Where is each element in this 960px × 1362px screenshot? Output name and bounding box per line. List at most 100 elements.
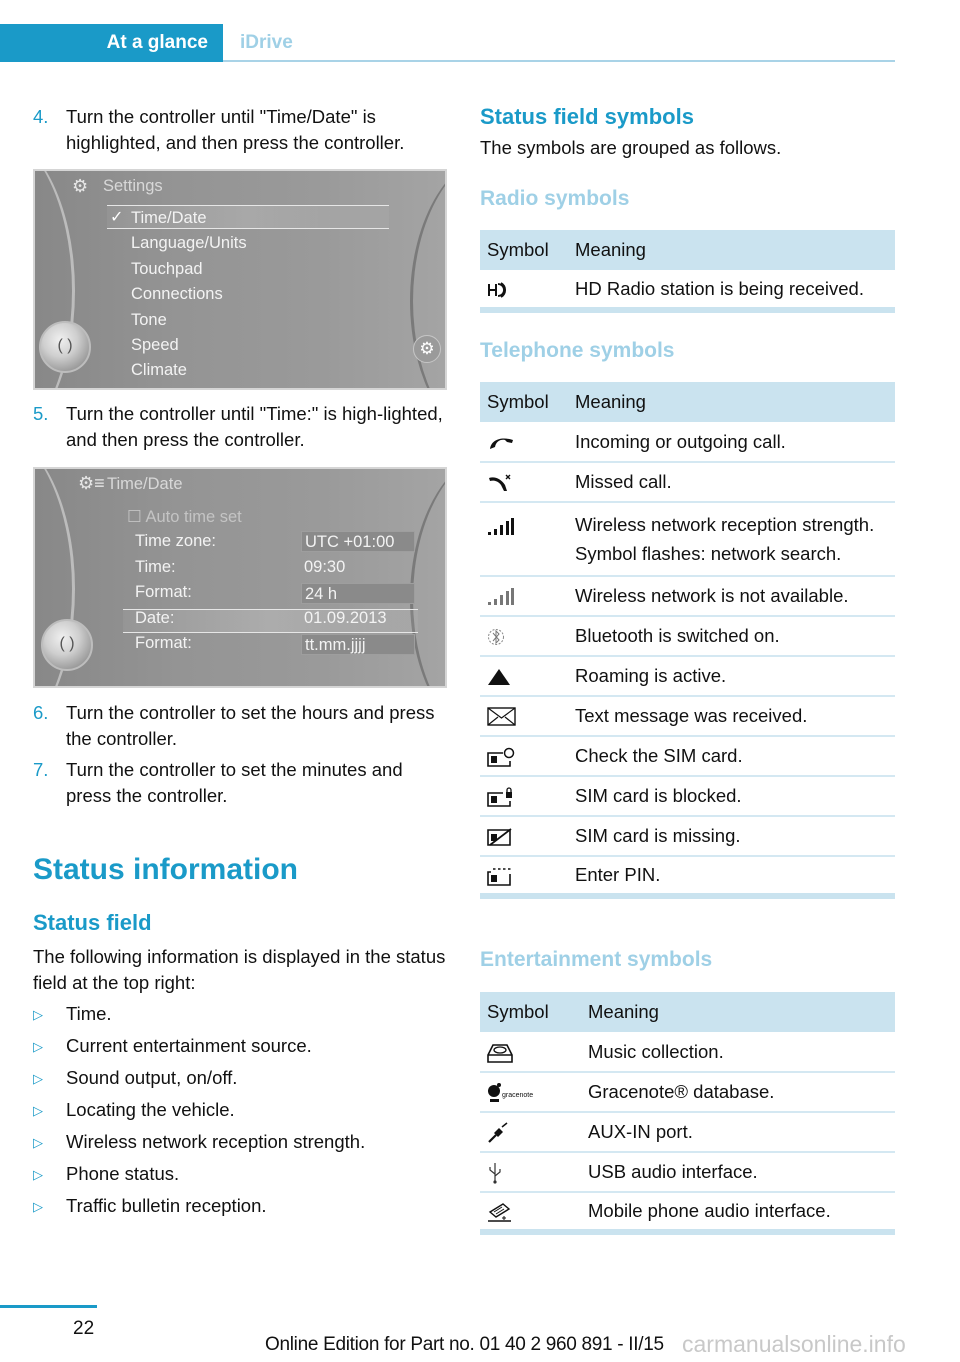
screen-title: Time/Date xyxy=(107,475,183,493)
table-row: SIM card is blocked. xyxy=(480,776,895,817)
sim-missing-icon xyxy=(487,828,512,846)
sim-pin-icon xyxy=(487,868,512,886)
missed-call-icon xyxy=(489,474,511,492)
table-row: Missed call. xyxy=(480,462,895,503)
meaning-text: Gracenote® database. xyxy=(581,1072,895,1113)
table-row: Roaming is active. xyxy=(480,656,895,697)
signal-strength-icon xyxy=(488,518,514,536)
roaming-icon xyxy=(488,669,510,686)
table-row: Check the SIM card. xyxy=(480,736,895,777)
step-text: Turn the controller to set the hours and… xyxy=(66,702,435,749)
gracenote-icon: gracenote xyxy=(488,1082,533,1102)
tab-at-a-glance[interactable]: At a glance xyxy=(0,24,223,62)
menu-item-connections[interactable]: Connections xyxy=(131,285,223,304)
bullet-item: ▷ Sound output, on/off. xyxy=(33,1065,237,1090)
footer-accent-line xyxy=(0,1305,97,1308)
sim-locked-icon xyxy=(487,787,512,807)
menu-item-touchpad[interactable]: Touchpad xyxy=(131,260,203,279)
meaning-text: Enter PIN. xyxy=(568,856,895,899)
table-row: HD Radio station is being received. xyxy=(480,270,895,313)
meaning-text: HD Radio station is being received. xyxy=(568,270,895,313)
table-header-row: Symbol Meaning xyxy=(480,992,895,1032)
table-row: Music collection. xyxy=(480,1032,895,1073)
tab-idrive[interactable]: iDrive xyxy=(240,24,293,62)
time-value[interactable]: 09:30 xyxy=(301,557,415,578)
triangle-bullet-icon: ▷ xyxy=(33,1007,43,1022)
table-row: Bluetooth is switched on. xyxy=(480,616,895,657)
decorative-arc xyxy=(410,469,445,686)
bullet-item: ▷ Locating the vehicle. xyxy=(33,1097,235,1122)
column-header-meaning: Meaning xyxy=(568,230,895,270)
section-heading: Status information xyxy=(33,853,299,886)
options-gear-icon: ⚙ xyxy=(413,335,441,363)
triangle-bullet-icon: ▷ xyxy=(33,1199,43,1214)
meaning-text: Music collection. xyxy=(581,1032,895,1073)
date-value[interactable]: 01.09.2013 xyxy=(301,608,415,629)
step-5: 5. Turn the controller until "Time:" is … xyxy=(33,401,443,452)
meaning-text: Wireless network is not available. xyxy=(568,576,895,617)
menu-item-speed[interactable]: Speed xyxy=(131,336,179,355)
table-header-row: Symbol Meaning xyxy=(480,382,895,422)
step-number: 6. xyxy=(33,702,49,723)
step-7: 7. Turn the controller to set the minute… xyxy=(33,757,443,808)
screen-title: Settings xyxy=(103,177,163,195)
controller-knob-icon xyxy=(41,619,93,671)
step-4: 4. Turn the controller until "Time/Date"… xyxy=(33,104,443,155)
menu-item-language-units[interactable]: Language/Units xyxy=(131,234,247,253)
bullet-item: ▷ Wireless network reception strength. xyxy=(33,1129,365,1154)
telephone-symbols-heading: Telephone symbols xyxy=(480,339,675,362)
no-network-icon xyxy=(488,588,514,606)
bullet-item: ▷ Traffic bulletin reception. xyxy=(33,1193,267,1218)
table-row: Incoming or outgoing call. xyxy=(480,422,895,463)
svg-text:gracenote: gracenote xyxy=(502,1092,533,1099)
meaning-text: Mobile phone audio interface. xyxy=(581,1192,895,1235)
meaning-text: SIM card is missing. xyxy=(568,816,895,857)
auto-time-set-checkbox[interactable]: ☐ Auto time set xyxy=(127,507,242,527)
envelope-icon xyxy=(487,707,516,726)
time-zone-value[interactable]: UTC +01:00 xyxy=(301,531,415,552)
menu-item-climate[interactable]: Climate xyxy=(131,361,187,380)
triangle-bullet-icon: ▷ xyxy=(33,1071,43,1086)
column-header-symbol: Symbol xyxy=(480,230,568,270)
step-number: 5. xyxy=(33,403,49,424)
meaning-text: AUX-IN port. xyxy=(581,1112,895,1153)
triangle-bullet-icon: ▷ xyxy=(33,1039,43,1054)
triangle-bullet-icon: ▷ xyxy=(33,1103,43,1118)
triangle-bullet-icon: ▷ xyxy=(33,1167,43,1182)
table-row: SIM card is missing. xyxy=(480,816,895,857)
meaning-text: Check the SIM card. xyxy=(568,736,895,777)
page-number: 22 xyxy=(73,1318,95,1339)
date-label: Date: xyxy=(135,609,175,627)
meaning-text: Roaming is active. xyxy=(568,656,895,697)
hd-radio-icon xyxy=(488,281,507,298)
table-row: gracenote Gracenote® database. xyxy=(480,1072,895,1113)
telephone-symbols-table: Symbol Meaning Incoming or outgoing call… xyxy=(480,382,895,899)
entertainment-symbols-table: Symbol Meaning Music collection. graceno… xyxy=(480,992,895,1235)
menu-item-tone[interactable]: Tone xyxy=(131,311,167,330)
table-row: USB audio interface. xyxy=(480,1152,895,1193)
date-format-value[interactable]: tt.mm.jjjj xyxy=(301,634,415,655)
meaning-text: Text message was received. xyxy=(568,696,895,737)
bullet-item: ▷ Time. xyxy=(33,1001,112,1026)
time-label: Time: xyxy=(135,558,176,576)
column-header-meaning: Meaning xyxy=(568,382,895,422)
bluetooth-icon xyxy=(488,629,504,646)
status-symbols-heading: Status field symbols xyxy=(480,104,694,129)
subsection-heading: Status field xyxy=(33,910,152,935)
watermark: carmanualsonline.info xyxy=(682,1331,906,1357)
table-row: Text message was received. xyxy=(480,696,895,737)
bullet-item: ▷ Phone status. xyxy=(33,1161,179,1186)
triangle-bullet-icon: ▷ xyxy=(33,1135,43,1150)
time-format-value[interactable]: 24 h xyxy=(301,583,415,604)
table-row: Wireless network is not available. xyxy=(480,576,895,617)
meaning-text: Missed call. xyxy=(568,462,895,503)
menu-item-time-date[interactable]: Time/Date xyxy=(131,209,207,228)
meaning-note: Symbol flashes: network search. xyxy=(575,543,842,564)
meaning-text: Bluetooth is switched on. xyxy=(568,616,895,657)
step-text: Turn the controller until "Time:" is hig… xyxy=(66,403,443,450)
column-header-meaning: Meaning xyxy=(581,992,895,1032)
meaning-text: Incoming or outgoing call. xyxy=(568,422,895,463)
settings-list-icon: ⚙≡ xyxy=(78,473,105,493)
sim-check-icon xyxy=(487,747,515,767)
bullet-item: ▷ Current entertainment source. xyxy=(33,1033,312,1058)
